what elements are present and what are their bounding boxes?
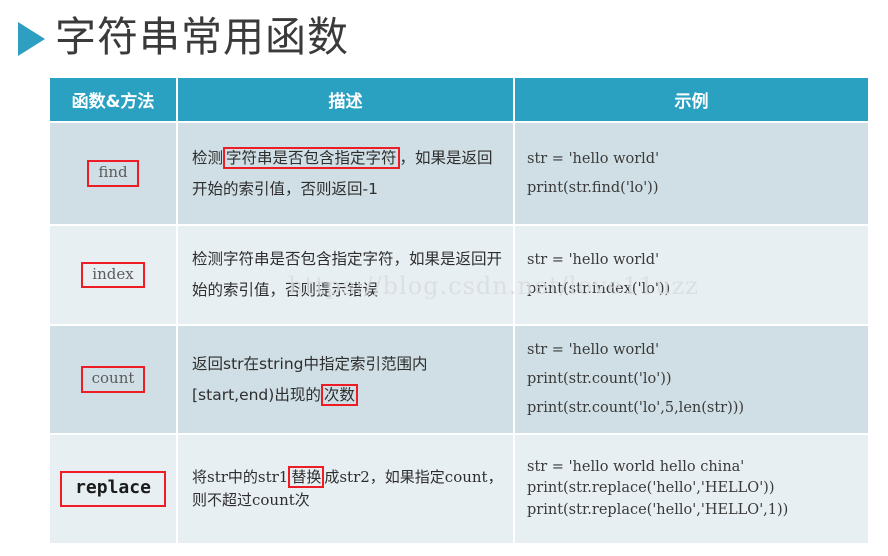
description-cell: 检测 字符串是否包含指定字符 ，如果是返回开始的索引值，否则返回-1 [176,121,515,226]
table-row: index 检测字符串是否包含指定字符，如果是返回开始的索引值，否则提示错误 s… [48,224,870,326]
string-functions-table: 函数&方法 描述 示例 find 检测 字符串是否包含指定字符 ，如果是返回开始的索… [48,76,870,545]
table-row: find 检测 字符串是否包含指定字符 ，如果是返回开始的索引值，否则返回-1 st… [48,121,870,226]
example-cell: str = 'hello world' print(str.count('lo'… [513,324,870,435]
column-header-function: 函数&方法 [48,76,178,123]
function-chip-index: index [81,261,145,289]
function-chip-find: find [87,160,139,187]
code-line: print(str.find('lo')) [527,179,659,196]
example-cell: str = 'hello world' print(str.find('lo')… [513,121,870,226]
function-chip-count: count [80,366,146,393]
code-line: str = 'hello world' [527,150,660,167]
description-text-plain: 返回str在string中指定索引范围内[start,end)出现的 [192,354,428,404]
description-text-plain: 检测字符串是否包含指定字符，如果是返回开始的索引值，否则提示错误 [192,250,503,299]
table-row: replace 将str中的str1 替换 成str2，如果指定count，则不超过… [48,433,870,545]
example-cell: str = 'hello world' print(str.index('lo'… [513,224,870,326]
page-title-text: 字符串常用函数 [55,12,349,61]
code-line: str = 'hello world' [527,342,660,358]
code-line: print(str.replace('hello','HELLO',1)) [527,501,789,518]
description-cell: 检测字符串是否包含指定字符，如果是返回开始的索引值，否则提示错误 [176,224,515,326]
page-title: 字符串常用函数 [18,8,349,66]
function-chip-replace: replace [60,471,166,507]
description-highlight: 字符串是否包含指定字符 [223,146,400,169]
code-line: print(str.replace('hello','HELLO')) [527,480,775,497]
table-row: count 返回str在string中指定索引范围内[start,end)出现的… [48,324,870,435]
description-cell: 将str中的str1 替换 成str2，如果指定count，则不超过count次 [176,433,515,545]
description-cell: 返回str在string中指定索引范围内[start,end)出现的 次数 [176,324,515,435]
column-header-example: 示例 [513,76,870,123]
function-name-cell: count [48,324,178,435]
column-header-description: 描述 [176,76,515,123]
description-highlight: 替换 [288,465,325,488]
description-text-plain: 检测 [192,148,224,167]
code-line: str = 'hello world' [527,252,660,268]
example-cell: str = 'hello world hello china' print(st… [513,433,870,545]
code-line: str = 'hello world hello china' [527,459,745,476]
code-line: print(str.count('lo')) [527,371,672,387]
description-text-plain: 将str中的str1 [192,467,289,486]
function-name-cell: replace [48,433,178,545]
description-highlight: 次数 [320,383,358,406]
table-header-row: 函数&方法 描述 示例 [48,76,870,123]
play-triangle-icon [18,21,45,56]
function-name-cell: index [48,224,178,326]
code-line: print(str.count('lo',5,len(str))) [527,400,745,416]
code-line: print(str.index('lo')) [527,281,671,297]
function-name-cell: find [48,121,178,226]
